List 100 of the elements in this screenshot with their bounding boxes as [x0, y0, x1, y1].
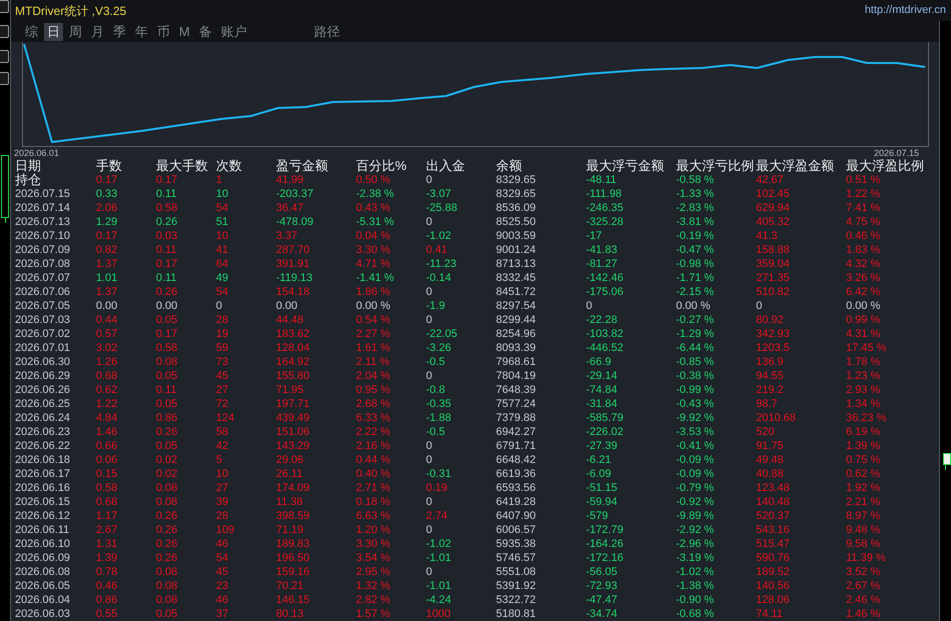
column-header: 最大浮亏金额	[586, 159, 665, 173]
axis-label: 2026.06.01	[14, 148, 60, 158]
tab[interactable]: M	[176, 22, 193, 40]
tab[interactable]: 周	[66, 22, 85, 40]
table-cell-text: 5180.81	[496, 607, 537, 621]
tool-button-icon[interactable]	[0, 0, 9, 13]
tab[interactable]: 日	[44, 22, 63, 40]
table-cell-text: 4.75 %	[846, 215, 882, 229]
table-cell-text: 0.55	[96, 607, 118, 621]
table-cell-text: -103.82	[586, 327, 624, 341]
table-cell-text: -0.68 %	[676, 607, 715, 621]
tool-button-icon[interactable]	[0, 72, 9, 85]
table-cell-text: 58	[216, 425, 230, 439]
table-cell-text: -2.15 %	[676, 285, 715, 299]
column-header: 手数	[96, 159, 123, 173]
table-cell-text: 6.42 %	[846, 285, 882, 299]
date-cell-text: 2026.07.07	[15, 271, 72, 285]
table-cell-text: -0.31	[426, 467, 452, 481]
table-cell-text: -203.37	[276, 187, 314, 201]
table-cell-text: 8536.09	[496, 201, 537, 215]
tool-button-icon[interactable]	[0, 25, 9, 38]
table-cell-text: 0.05	[156, 313, 178, 327]
table-cell-text: 196.50	[276, 551, 311, 565]
table-cell-text: 0.82	[96, 243, 118, 257]
table-cell-text: -0.41 %	[676, 439, 715, 453]
date-cell-text: 2026.06.11	[15, 523, 70, 537]
date-cell-text: 2026.06.17	[15, 467, 72, 481]
table-cell-text: 71.19	[276, 523, 305, 537]
table-cell-text: 1.86 %	[356, 285, 392, 299]
date-cell-text: 2026.06.03	[15, 607, 72, 621]
table-cell-text: 0.17	[156, 257, 178, 271]
table-cell-text: -0.47 %	[676, 243, 715, 257]
table-cell-text: 140.56	[756, 579, 791, 593]
table-cell-text: 2.71 %	[356, 481, 392, 495]
date-cell-text: 2026.07.09	[15, 243, 72, 257]
table-cell-text: 155.80	[276, 369, 311, 383]
table-cell-text: 0.66	[96, 439, 118, 453]
table-cell-text: -0.98 %	[676, 257, 715, 271]
table-cell-text: 0.11	[156, 187, 178, 201]
table-cell-text: 10	[216, 229, 230, 243]
table-cell-text: 0.43 %	[356, 201, 392, 215]
table-cell-text: 102.45	[756, 187, 791, 201]
table-cell-text: 1.39	[96, 551, 118, 565]
website-link[interactable]: http://mtdriver.cn	[864, 2, 946, 19]
table-cell-text: -0.5	[426, 425, 446, 439]
table-cell-text: 0.08	[156, 495, 178, 509]
table-cell-text: 9.58 %	[846, 537, 882, 551]
table-cell-text: 0.78	[96, 565, 118, 579]
table-cell-text: 6942.27	[496, 425, 537, 439]
table-cell-text: 3.37	[276, 229, 298, 243]
table-cell-text: 6.33 %	[356, 411, 392, 425]
table-cell-text: 219.2	[756, 383, 785, 397]
table-cell-text: -175.06	[586, 285, 624, 299]
table-cell-text: 0.05	[156, 607, 178, 621]
table-cell-text: -17	[586, 229, 603, 243]
table-cell-text: 136.9	[756, 355, 785, 369]
tab[interactable]: 季	[110, 22, 129, 40]
table-cell-text: 94.55	[756, 369, 785, 383]
table-cell-text: -585.79	[586, 411, 624, 425]
table-cell-text: 3.30 %	[356, 243, 392, 257]
table-cell-text: 0	[426, 313, 434, 327]
table-cell-text: -111.98	[586, 187, 623, 201]
table-cell-text: 0	[756, 299, 764, 313]
table-cell-text: -59.94	[586, 495, 618, 509]
table-cell-text: 2.95 %	[356, 565, 392, 579]
date-cell-text: 2026.07.05	[15, 299, 72, 313]
table-cell-text: 189.52	[756, 565, 791, 579]
table-cell-text: 1.39 %	[846, 439, 882, 453]
table-cell-text: 7968.61	[496, 355, 537, 369]
table-cell-text: -66.9	[586, 355, 612, 369]
table-cell-text: 54	[216, 285, 230, 299]
table-cell-text: 0.51 %	[846, 173, 882, 187]
tab[interactable]: 路径	[310, 22, 343, 40]
table-cell-text: 5935.38	[496, 537, 537, 551]
table-cell-text: -9.89 %	[676, 509, 715, 523]
date-cell-text: 2026.06.24	[15, 411, 72, 425]
tab[interactable]: 账户	[218, 22, 250, 40]
tab[interactable]: 备	[196, 22, 215, 40]
table-cell-text: 6.63 %	[356, 509, 392, 523]
table-cell-text: -0.35	[426, 397, 452, 411]
table-cell-text: 6648.42	[496, 453, 537, 467]
table-cell-text: 44.48	[276, 313, 305, 327]
table-cell-text: 543.16	[756, 523, 791, 537]
table-cell-text: 520.37	[756, 509, 791, 523]
table-cell-text: 8329.65	[496, 187, 537, 201]
table-cell-text: 1.32 %	[356, 579, 392, 593]
tab[interactable]: 综	[22, 22, 41, 40]
column-header: 次数	[216, 159, 243, 173]
table-cell-text: 164.92	[276, 355, 311, 369]
tab[interactable]: 年	[132, 22, 151, 40]
table-cell-text: 0.04 %	[356, 229, 392, 243]
tool-button-icon[interactable]	[0, 50, 9, 63]
table-cell-text: 109	[216, 523, 236, 537]
table-cell-text: 0	[426, 565, 434, 579]
table-cell-text: 1.78 %	[846, 355, 882, 369]
table-cell-text: 520	[756, 425, 776, 439]
table-cell-text: 0.11	[156, 383, 178, 397]
table-cell-text: 0	[426, 453, 434, 467]
tab[interactable]: 币	[154, 22, 173, 40]
tab[interactable]: 月	[88, 22, 107, 40]
